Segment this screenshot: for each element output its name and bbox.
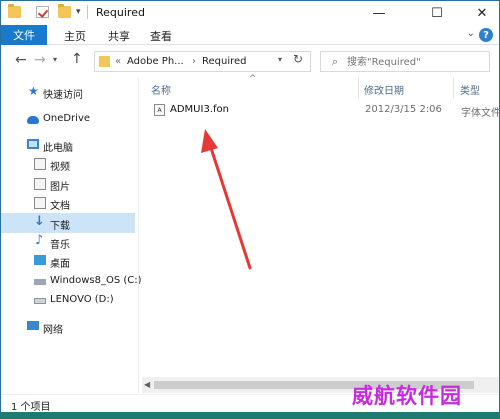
expand-ribbon-icon[interactable]: ⌄ <box>467 28 475 39</box>
drive-icon <box>34 279 46 285</box>
document-icon <box>34 197 46 209</box>
font-file-icon: A <box>154 104 165 116</box>
sidebar-item-quick-access[interactable]: ★ 快速访问 <box>1 82 135 102</box>
file-type: 字体文件 <box>461 108 500 119</box>
sidebar-item-label: 快速访问 <box>43 90 83 101</box>
sidebar-item-music[interactable]: ♪ 音乐 <box>1 232 135 252</box>
network-icon <box>27 321 39 330</box>
column-header-type[interactable]: 类型 <box>460 82 480 98</box>
sidebar-item-label: LENOVO (D:) <box>50 294 114 305</box>
maximize-icon: ☐ <box>431 5 443 21</box>
item-count: 1 个项目 <box>11 402 51 413</box>
sidebar-item-downloads[interactable]: ↓ 下载 <box>1 213 135 233</box>
sidebar-item-onedrive[interactable]: OneDrive <box>1 109 135 129</box>
address-overflow-icon[interactable]: « <box>115 56 121 67</box>
computer-icon <box>27 139 39 149</box>
cloud-icon <box>27 116 39 124</box>
minimize-button[interactable]: — <box>362 1 396 25</box>
file-modified-date: 2012/3/15 2:06 <box>365 104 442 115</box>
drive-icon <box>34 298 46 304</box>
folder-icon <box>99 56 110 67</box>
sidebar-item-label: 音乐 <box>50 240 70 251</box>
pane-splitter[interactable] <box>138 78 139 393</box>
ribbon-tabs: 文件 主页 共享 查看 ⌄ ? <box>1 25 499 45</box>
tab-home[interactable]: 主页 <box>64 28 86 44</box>
window-title: Required <box>96 6 145 19</box>
address-dropdown-icon[interactable]: ▾ <box>278 55 282 64</box>
sidebar-item-videos[interactable]: 视频 <box>1 154 135 174</box>
sidebar-item-this-pc[interactable]: 此电脑 <box>1 135 135 155</box>
tab-file[interactable]: 文件 <box>1 25 47 45</box>
column-divider[interactable] <box>453 78 454 98</box>
file-name: ADMUI3.fon <box>170 104 229 115</box>
star-icon: ★ <box>28 84 39 98</box>
properties-icon[interactable] <box>36 6 49 18</box>
column-header-date-modified[interactable]: 修改日期 <box>364 82 404 98</box>
minimize-icon: — <box>372 5 386 21</box>
close-icon: ✕ <box>476 5 488 21</box>
title-divider <box>87 5 88 19</box>
navigation-bar: ← → ▾ ↑ « Adobe Ph... › Required ▾ ↻ ⌕ <box>1 46 499 76</box>
maximize-button[interactable]: ☐ <box>420 1 454 25</box>
sort-indicator-icon: ^ <box>249 74 257 84</box>
close-button[interactable]: ✕ <box>465 1 499 25</box>
sidebar-item-label: OneDrive <box>43 113 91 124</box>
music-note-icon: ♪ <box>35 233 44 248</box>
back-arrow-icon[interactable]: ← <box>15 52 27 68</box>
refresh-icon[interactable]: ↻ <box>293 52 303 66</box>
breadcrumb-adobe-photoshop[interactable]: Adobe Ph... <box>127 56 184 67</box>
sidebar-item-label: 桌面 <box>50 259 70 270</box>
sidebar-item-drive-c[interactable]: Windows8_OS (C:) <box>1 271 142 291</box>
desktop-icon <box>34 255 46 265</box>
sidebar-item-desktop[interactable]: 桌面 <box>1 251 135 271</box>
sidebar-item-label: 下载 <box>50 221 70 232</box>
forward-arrow-icon[interactable]: → <box>34 52 46 68</box>
picture-icon <box>34 178 46 190</box>
sidebar-item-label: 此电脑 <box>43 143 73 154</box>
folder-icon <box>8 4 21 18</box>
tab-share[interactable]: 共享 <box>108 28 130 44</box>
recent-locations-icon[interactable]: ▾ <box>53 55 57 64</box>
sidebar-item-label: Windows8_OS (C:) <box>50 275 142 286</box>
watermark: 威航软件园 <box>352 384 462 408</box>
up-arrow-icon[interactable]: ↑ <box>71 51 83 67</box>
quick-access-toolbar-caret[interactable]: ▾ <box>76 7 81 17</box>
breadcrumb-chevron-icon[interactable]: › <box>192 56 196 67</box>
title-bar: ▾ Required — ☐ ✕ <box>1 1 499 25</box>
sidebar-item-label: 网络 <box>43 325 63 336</box>
file-row[interactable]: A ADMUI3.fon 2012/3/15 2:06 字体文件 <box>150 100 500 120</box>
navigation-pane: ★ 快速访问 OneDrive 此电脑 视频 图片 文档 ↓ 下载 ♪ 音乐 桌… <box>1 78 142 393</box>
sidebar-item-documents[interactable]: 文档 <box>1 193 135 213</box>
search-icon: ⌕ <box>332 55 339 68</box>
explorer-window: ▾ Required — ☐ ✕ 文件 主页 共享 查看 ⌄ ? ← → ▾ ↑… <box>0 0 500 413</box>
file-list: ^ 名称 修改日期 类型 A ADMUI3.fon 2012/3/15 2:06… <box>142 74 500 393</box>
sidebar-item-drive-d[interactable]: LENOVO (D:) <box>1 290 135 310</box>
sidebar-item-pictures[interactable]: 图片 <box>1 174 135 194</box>
scroll-left-arrow-icon[interactable]: ◀ <box>144 380 150 389</box>
help-icon[interactable]: ? <box>479 28 493 42</box>
download-arrow-icon: ↓ <box>34 214 45 229</box>
column-header-name[interactable]: 名称 <box>151 82 171 98</box>
video-icon <box>34 158 46 170</box>
search-input[interactable] <box>347 55 487 69</box>
sidebar-item-label: 文档 <box>50 201 70 212</box>
tab-view[interactable]: 查看 <box>150 28 172 44</box>
search-box[interactable]: ⌕ <box>320 51 490 72</box>
new-folder-icon[interactable] <box>58 4 71 18</box>
breadcrumb-required[interactable]: Required <box>202 56 247 67</box>
sidebar-item-label: 视频 <box>50 162 70 173</box>
sidebar-item-label: 图片 <box>50 182 70 193</box>
column-divider[interactable] <box>358 78 359 98</box>
sidebar-item-network[interactable]: 网络 <box>1 317 135 337</box>
